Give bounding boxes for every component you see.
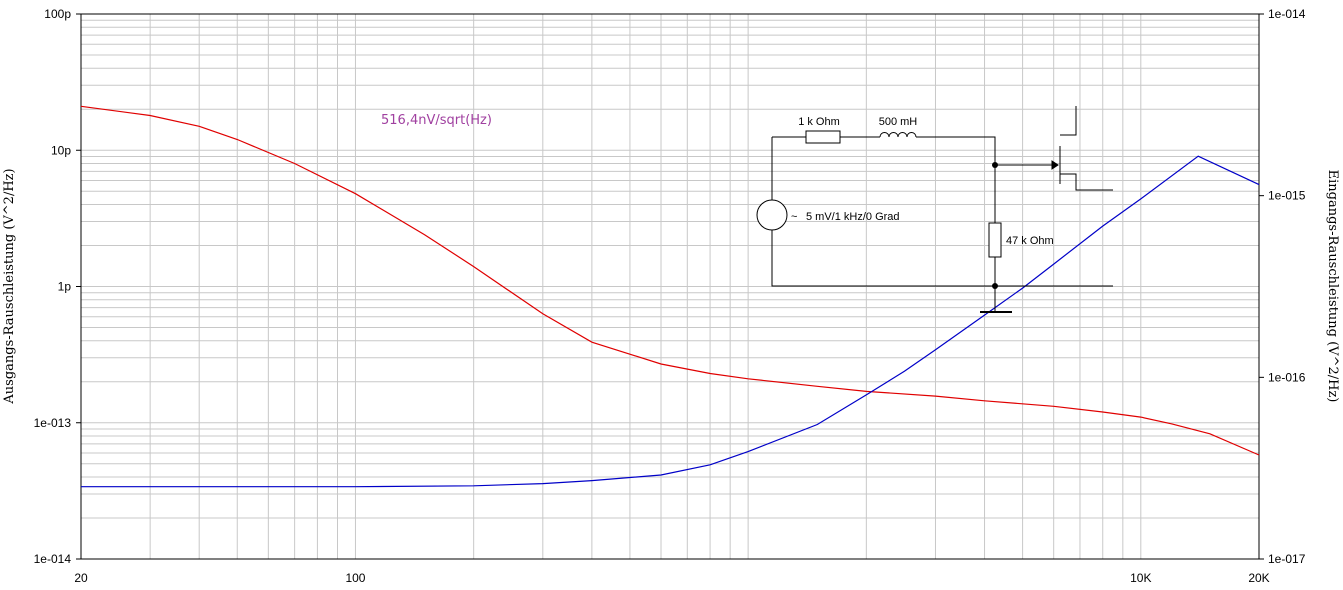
r1-label: 1 k Ohm xyxy=(798,116,840,128)
input-noise-series-line xyxy=(81,155,1260,488)
noise-annotation: 516,4nV/sqrt(Hz) xyxy=(381,113,492,128)
junction-dot-ground xyxy=(992,283,998,289)
y-axis-title: Ausgangs-Rauschleistung (V^2/Hz) xyxy=(2,168,17,404)
gate-arrow-icon xyxy=(1051,160,1059,170)
y2-tick-label: 1e-017 xyxy=(1268,552,1306,566)
x-tick-label: 100 xyxy=(345,571,365,585)
voltage-source xyxy=(756,199,788,231)
jfet-channel xyxy=(1060,106,1113,191)
y2-tick-label: 1e-014 xyxy=(1268,7,1306,21)
y-tick-label: 10p xyxy=(51,143,71,157)
r2-label: 47 k Ohm xyxy=(1006,235,1054,247)
y2-axis-ticks: 1e-017 1e-016 1e-015 1e-014 xyxy=(1259,7,1306,566)
resistor-r2 xyxy=(988,222,1002,258)
y-tick-label: 1e-014 xyxy=(34,552,72,566)
x-tick-label: 20K xyxy=(1248,571,1269,585)
y2-tick-label: 1e-016 xyxy=(1268,370,1306,384)
y2-axis-title: Eingangs-Rauschleistung (V^2/Hz) xyxy=(1325,170,1340,403)
y-axis-ticks: 1e-014 1e-013 1p 10p 100p xyxy=(34,7,81,566)
source-label: 5 mV/1 kHz/0 Grad xyxy=(806,211,900,223)
y2-tick-label: 1e-015 xyxy=(1268,189,1306,203)
y-tick-label: 1e-013 xyxy=(34,416,72,430)
resistor-r1 xyxy=(805,130,841,144)
junction-dot-gate xyxy=(992,162,998,168)
y-tick-label: 100p xyxy=(44,7,71,21)
x-tick-label: 20 xyxy=(74,571,88,585)
noise-chart: 20 100 10K 20K 1e-014 1e-013 1p 10p 100p 1e-017… xyxy=(2,7,1340,585)
y-tick-label: 1p xyxy=(58,280,72,294)
x-tick-label: 10K xyxy=(1130,571,1151,585)
inductor-l1 xyxy=(879,132,917,138)
output-noise-series-line xyxy=(80,105,1260,456)
x-axis-ticks: 20 100 10K 20K xyxy=(74,571,1269,585)
l1-label: 500 mH xyxy=(879,116,918,128)
source-tilde-icon: ~ xyxy=(791,211,797,223)
